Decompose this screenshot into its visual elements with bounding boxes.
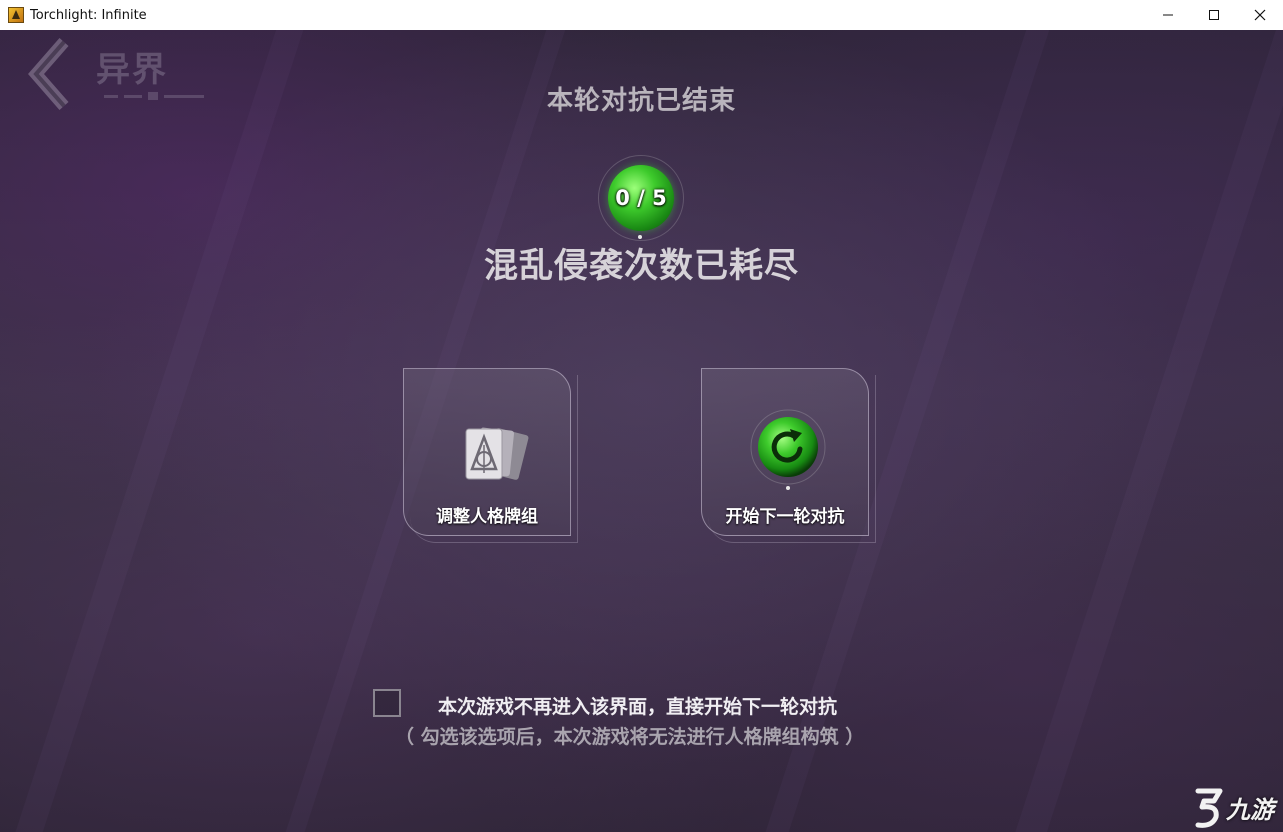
watermark: 九游: [1192, 782, 1283, 832]
next-round-button[interactable]: 开始下一轮对抗: [701, 368, 876, 543]
counter-orb: 0 / 5: [608, 165, 674, 231]
card-deck-icon: [465, 427, 529, 480]
watermark-text: 九游: [1226, 795, 1274, 824]
game-viewport: 异界 本轮对抗已结束 0 / 5 混乱侵袭次数已耗尽 调整人格牌组 开始下一轮对…: [0, 30, 1283, 832]
adjust-deck-button[interactable]: 调整人格牌组: [403, 368, 578, 543]
watermark-logo-icon: [1195, 788, 1223, 828]
skip-screen-checkbox[interactable]: [373, 689, 401, 717]
minimize-icon[interactable]: [1145, 0, 1191, 30]
refresh-icon: [750, 409, 826, 490]
adjust-deck-label: 调整人格牌组: [436, 507, 538, 527]
next-round-label: 开始下一轮对抗: [725, 507, 845, 527]
background-decoration: [1011, 30, 1283, 832]
background-decoration: [11, 30, 315, 832]
invasions-exhausted-message: 混乱侵袭次数已耗尽: [484, 246, 799, 286]
chaos-invasion-counter: 0 / 5: [598, 155, 684, 241]
close-icon[interactable]: [1237, 0, 1283, 30]
maximize-icon[interactable]: [1191, 0, 1237, 30]
torchlight-app-icon: [8, 7, 24, 23]
window-title: Torchlight: Infinite: [30, 7, 147, 23]
window-controls: [1145, 0, 1283, 30]
round-ended-title: 本轮对抗已结束: [546, 86, 736, 116]
window-titlebar: Torchlight: Infinite: [0, 0, 1283, 31]
skip-screen-note: （ 勾选该选项后，本次游戏将无法进行人格牌组构筑 ）: [395, 726, 865, 748]
skip-screen-label: 本次游戏不再进入该界面，直接开始下一轮对抗: [438, 696, 838, 718]
counter-text: 0 / 5: [615, 186, 667, 210]
